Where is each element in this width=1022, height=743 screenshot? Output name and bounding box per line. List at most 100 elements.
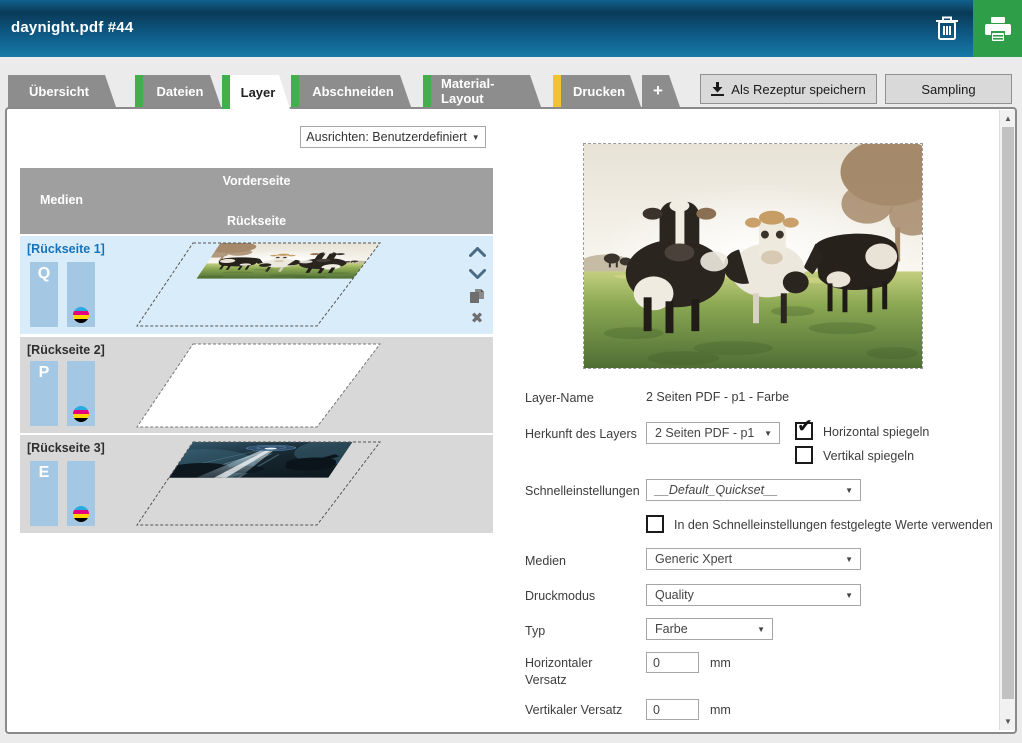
layer-origin-label: Herkunft des Layers: [525, 427, 637, 441]
column-vorderseite: Vorderseite: [222, 174, 291, 188]
horizontal-offset-input[interactable]: [646, 652, 699, 673]
color-mode-bar: [67, 361, 95, 426]
layer-thumbnail-day[interactable]: [115, 236, 405, 333]
tab-accent-green: [222, 75, 230, 109]
media-label: Medien: [525, 554, 566, 568]
sampling-label: Sampling: [921, 81, 976, 97]
mirror-horizontal-label: Horizontal spiegeln: [823, 425, 930, 439]
quickset-value: __Default_Quickset__: [655, 483, 778, 497]
cmyk-icon: [73, 307, 89, 323]
tab-label: Abschneiden: [312, 83, 394, 99]
title-bar: daynight.pdf #44: [0, 0, 1022, 57]
chevron-down-icon: ▼: [764, 428, 772, 438]
align-dropdown[interactable]: Ausrichten: Benutzerdefiniert ▼: [300, 126, 486, 148]
print-mode-select[interactable]: Quality ▼: [646, 584, 861, 606]
media-select[interactable]: Generic Xpert ▼: [646, 548, 861, 570]
color-mode-bar: [67, 262, 95, 327]
move-layer-up-button[interactable]: [468, 244, 486, 260]
layer-row-rueckseite-2[interactable]: [Rückseite 2] P: [20, 337, 493, 433]
column-rueckseite: Rückseite: [226, 214, 287, 228]
media-badge-bar: E: [30, 461, 58, 526]
tab-label: Material-Layout: [441, 76, 495, 106]
cmyk-icon: [73, 406, 89, 422]
layer-thumbnail-blank[interactable]: [115, 337, 405, 434]
scrollbar-thumb[interactable]: [1002, 127, 1014, 699]
align-dropdown-value: Ausrichten: Benutzerdefiniert: [306, 130, 467, 144]
badge-letter: E: [38, 464, 50, 481]
mirror-vertical-checkbox[interactable]: [795, 446, 813, 464]
layer-origin-value: 2 Seiten PDF - p1: [655, 426, 755, 440]
chevron-down-icon: ▼: [471, 132, 480, 142]
chevron-down-icon: ▼: [845, 590, 853, 600]
mirror-horizontal-checkbox[interactable]: ✔: [795, 417, 813, 440]
print-button[interactable]: [973, 0, 1022, 57]
document-title: daynight.pdf #44: [11, 19, 134, 36]
layer-origin-select[interactable]: 2 Seiten PDF - p1 ▼: [646, 422, 780, 444]
mirror-vertical-label: Vertikal spiegeln: [823, 449, 915, 463]
tab-accent-yellow: [553, 75, 561, 107]
tab-drucken[interactable]: Drucken: [553, 75, 641, 107]
chevron-down-icon: ▼: [845, 485, 853, 495]
vertical-offset-unit: mm: [710, 703, 731, 717]
color-mode-bar: [67, 461, 95, 526]
delete-job-button[interactable]: [932, 13, 962, 43]
chevron-down-icon: ▼: [845, 554, 853, 564]
layer-name-value: 2 Seiten PDF - p1 - Farbe: [646, 390, 790, 404]
badge-letter: P: [38, 364, 50, 381]
check-icon: ✔: [797, 416, 813, 437]
layer-row-rueckseite-3[interactable]: [Rückseite 3] E: [20, 435, 493, 533]
tab-material-layout[interactable]: Material-Layout: [423, 75, 541, 107]
vertical-offset-label: Vertikaler Versatz: [525, 703, 623, 717]
media-value: Generic Xpert: [655, 552, 733, 566]
printer-icon: [984, 16, 1011, 41]
row-label: [Rückseite 3]: [27, 441, 105, 455]
close-icon: ✖: [470, 309, 484, 327]
row-label: [Rückseite 1]: [27, 242, 105, 256]
tab-uebersicht[interactable]: Übersicht: [8, 75, 116, 107]
tab-label: Dateien: [156, 83, 204, 99]
type-label: Typ: [525, 624, 546, 638]
horizontal-offset-unit: mm: [710, 656, 731, 670]
cmyk-icon: [73, 506, 89, 522]
row-label: [Rückseite 2]: [27, 343, 105, 357]
duplicate-layer-button[interactable]: [468, 288, 486, 304]
use-quickset-values-checkbox[interactable]: [646, 515, 664, 533]
app-window: daynight.pdf #44 Übersicht Dateien Layer…: [0, 0, 1022, 743]
copy-icon: [470, 289, 484, 303]
use-quickset-values-label: In den Schnelleinstellungen festgelegte …: [674, 518, 993, 532]
vertical-offset-input[interactable]: [646, 699, 699, 720]
media-table-header: Vorderseite Medien Rückseite: [20, 168, 493, 234]
type-value: Farbe: [655, 622, 688, 636]
tab-label: Drucken: [572, 83, 626, 99]
tab-label: Übersicht: [29, 83, 89, 99]
save-as-recipe-button[interactable]: Als Rezeptur speichern: [700, 74, 877, 104]
scroll-down-arrow-icon[interactable]: ▼: [1000, 714, 1016, 729]
print-mode-value: Quality: [655, 588, 694, 602]
scroll-up-arrow-icon[interactable]: ▲: [1000, 111, 1016, 126]
print-mode-label: Druckmodus: [525, 589, 596, 603]
media-badge-bar: P: [30, 361, 58, 426]
layer-thumbnail-night[interactable]: [115, 435, 405, 532]
vertical-scrollbar[interactable]: ▲ ▼: [999, 110, 1015, 730]
row-action-icons: ✖: [466, 244, 488, 326]
quickset-select[interactable]: __Default_Quickset__ ▼: [646, 479, 861, 501]
tab-abschneiden[interactable]: Abschneiden: [291, 75, 411, 107]
save-as-recipe-label: Als Rezeptur speichern: [731, 81, 866, 97]
move-layer-down-button[interactable]: [468, 266, 486, 282]
chevron-up-icon: [468, 247, 486, 257]
tab-accent-green: [291, 75, 299, 107]
tab-dateien[interactable]: Dateien: [135, 75, 221, 107]
type-select[interactable]: Farbe ▼: [646, 618, 773, 640]
layer-preview-image: [583, 143, 923, 369]
layer-name-label: Layer-Name: [525, 391, 594, 405]
tab-accent-green: [135, 75, 143, 107]
download-icon: [711, 82, 725, 96]
layer-row-rueckseite-1[interactable]: [Rückseite 1] Q ✖: [20, 236, 493, 334]
sampling-button[interactable]: Sampling: [885, 74, 1012, 104]
tab-layer[interactable]: Layer: [222, 75, 290, 109]
delete-layer-button[interactable]: ✖: [468, 310, 486, 326]
column-medien: Medien: [40, 193, 84, 207]
tab-add[interactable]: +: [642, 75, 680, 107]
media-badge-bar: Q: [30, 262, 58, 327]
chevron-down-icon: [468, 269, 486, 279]
